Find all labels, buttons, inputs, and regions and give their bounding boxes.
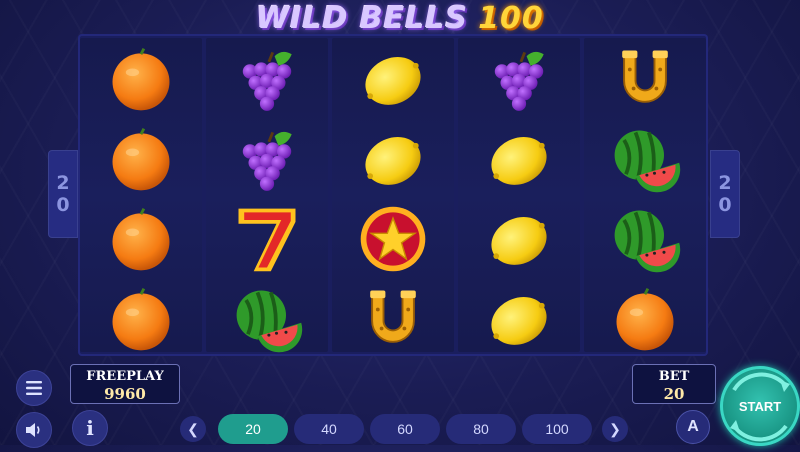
reel-symbol — [332, 200, 454, 278]
info-button[interactable]: i — [72, 410, 108, 446]
bet-option-80[interactable]: 80 — [446, 414, 516, 444]
payline-digit: 2 — [56, 172, 70, 194]
reel-symbol — [332, 40, 454, 118]
reel-symbol — [206, 280, 328, 358]
reel-symbol — [80, 200, 202, 278]
sound-button[interactable] — [16, 412, 52, 448]
grapes-icon — [242, 131, 292, 191]
reel-symbol — [458, 120, 580, 198]
orange-icon — [112, 127, 170, 191]
watermelon-icon — [614, 210, 681, 273]
reel-symbol — [80, 40, 202, 118]
reel-area — [78, 34, 708, 356]
reel-symbol — [332, 280, 454, 358]
watermelon-icon — [614, 130, 681, 193]
reel-symbol — [332, 120, 454, 198]
bet-next-button[interactable]: ❯ — [602, 416, 628, 442]
bet-label: BET — [658, 369, 690, 384]
reel-symbol — [206, 120, 328, 198]
lemon-icon — [365, 56, 421, 105]
reel-symbol — [584, 200, 706, 278]
reel-2 — [206, 38, 328, 353]
seven-icon — [238, 208, 296, 272]
lemon-icon — [365, 136, 421, 185]
info-icon: i — [86, 416, 94, 440]
freeplay-label: FREEPLAY — [86, 369, 164, 384]
bet-option-40[interactable]: 40 — [294, 414, 364, 444]
reel-symbol — [80, 280, 202, 358]
bet-option-60[interactable]: 60 — [370, 414, 440, 444]
chevron-left-icon: ❮ — [187, 420, 199, 437]
freeplay-value: 9960 — [104, 385, 146, 403]
hamburger-icon — [26, 381, 42, 395]
autoplay-button[interactable]: A — [676, 410, 710, 444]
reel-4 — [458, 38, 580, 352]
autoplay-icon: A — [687, 418, 699, 435]
reel-symbol — [206, 200, 328, 278]
reel-symbol — [458, 40, 580, 118]
reel-5 — [584, 38, 706, 352]
paylines-indicator-right: 2 0 — [710, 150, 740, 238]
menu-button[interactable] — [16, 370, 52, 406]
watermelon-icon — [236, 290, 303, 353]
bet-value: 20 — [663, 385, 685, 403]
reel-symbol — [206, 40, 328, 118]
bet-selector: ❮ ❯ 20 40 60 80 100 — [180, 414, 630, 446]
reel-symbol — [80, 120, 202, 198]
bet-option-20[interactable]: 20 — [218, 414, 288, 444]
reel-3 — [332, 38, 454, 352]
orange-icon — [112, 287, 170, 351]
orange-icon — [112, 207, 170, 271]
payline-digit: 0 — [718, 194, 732, 216]
reel-symbol — [584, 40, 706, 118]
start-label: START — [738, 398, 782, 414]
reel-symbol — [458, 200, 580, 278]
bet-display: BET 20 — [632, 364, 716, 404]
game-logo: WILD BELLS 100 — [0, 0, 800, 36]
paylines-indicator-left: 2 0 — [48, 150, 78, 238]
chevron-right-icon: ❯ — [609, 420, 621, 437]
payline-digit: 2 — [718, 172, 732, 194]
logo-title: WILD BELLS — [256, 0, 469, 36]
bet-option-100[interactable]: 100 — [522, 414, 592, 444]
star-icon — [360, 206, 426, 272]
horseshoe-icon — [370, 290, 416, 343]
orange-icon — [112, 47, 170, 111]
reel-symbol — [458, 280, 580, 358]
bet-prev-button[interactable]: ❮ — [180, 416, 206, 442]
freeplay-balance: FREEPLAY 9960 — [70, 364, 180, 404]
reel-1 — [80, 38, 202, 352]
lemon-icon — [491, 296, 547, 345]
speaker-icon — [26, 423, 40, 437]
horseshoe-icon — [622, 50, 668, 103]
reel-symbol — [584, 280, 706, 358]
logo-number: 100 — [478, 0, 544, 36]
start-button[interactable]: START — [720, 366, 800, 446]
lemon-icon — [491, 136, 547, 185]
reel-symbol — [584, 120, 706, 198]
payline-digit: 0 — [56, 194, 70, 216]
grapes-icon — [242, 51, 292, 111]
grapes-icon — [494, 51, 544, 111]
orange-icon — [616, 287, 674, 351]
lemon-icon — [491, 216, 547, 265]
